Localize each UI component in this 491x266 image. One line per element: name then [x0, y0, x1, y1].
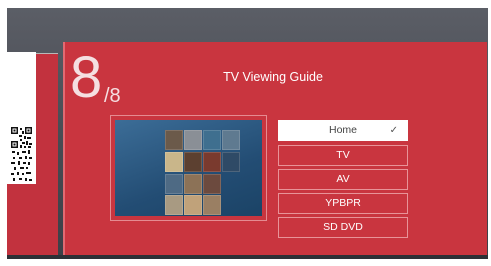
poster-thumbnail — [222, 130, 240, 150]
menu-item-label: AV — [336, 173, 350, 185]
menu-item-ypbpr[interactable]: YPBPR — [278, 193, 408, 214]
menu-item-label: YPBPR — [325, 197, 361, 209]
qr-code-image — [10, 126, 33, 184]
poster-thumbnail — [184, 152, 202, 172]
menu-item-label: SD DVD — [323, 221, 363, 233]
guide-panel: 8 /8 TV Viewing Guide Home ✓ TV AV YPBPR… — [63, 42, 487, 255]
page-total: /8 — [104, 85, 121, 107]
qr-card — [7, 52, 36, 184]
tv-screen: 8 /8 TV Viewing Guide Home ✓ TV AV YPBPR… — [7, 8, 488, 259]
home-screen-preview — [110, 115, 267, 221]
poster-thumbnail — [222, 152, 240, 172]
menu-item-label: TV — [336, 149, 350, 161]
page-number: 8 — [70, 45, 103, 110]
poster-thumbnail — [184, 195, 202, 215]
poster-thumbnail — [184, 130, 202, 150]
poster-thumbnail — [203, 174, 221, 194]
menu-item-av[interactable]: AV — [278, 169, 408, 190]
poster-thumbnail — [203, 152, 221, 172]
guide-title: TV Viewing Guide — [223, 70, 323, 84]
poster-thumbnail — [165, 130, 183, 150]
check-icon: ✓ — [389, 125, 398, 136]
poster-thumbnail — [184, 174, 202, 194]
menu-item-home[interactable]: Home ✓ — [278, 120, 408, 141]
preview-screen-image — [115, 120, 262, 216]
screen-bottom-edge — [7, 255, 488, 259]
poster-thumbnail — [165, 152, 183, 172]
poster-thumbnail — [165, 195, 183, 215]
poster-thumbnail — [203, 195, 221, 215]
menu-item-sd-dvd[interactable]: SD DVD — [278, 217, 408, 238]
menu-item-label: Home — [328, 124, 357, 136]
poster-thumbnail — [165, 174, 183, 194]
poster-thumbnail — [203, 130, 221, 150]
menu-item-tv[interactable]: TV — [278, 145, 408, 166]
